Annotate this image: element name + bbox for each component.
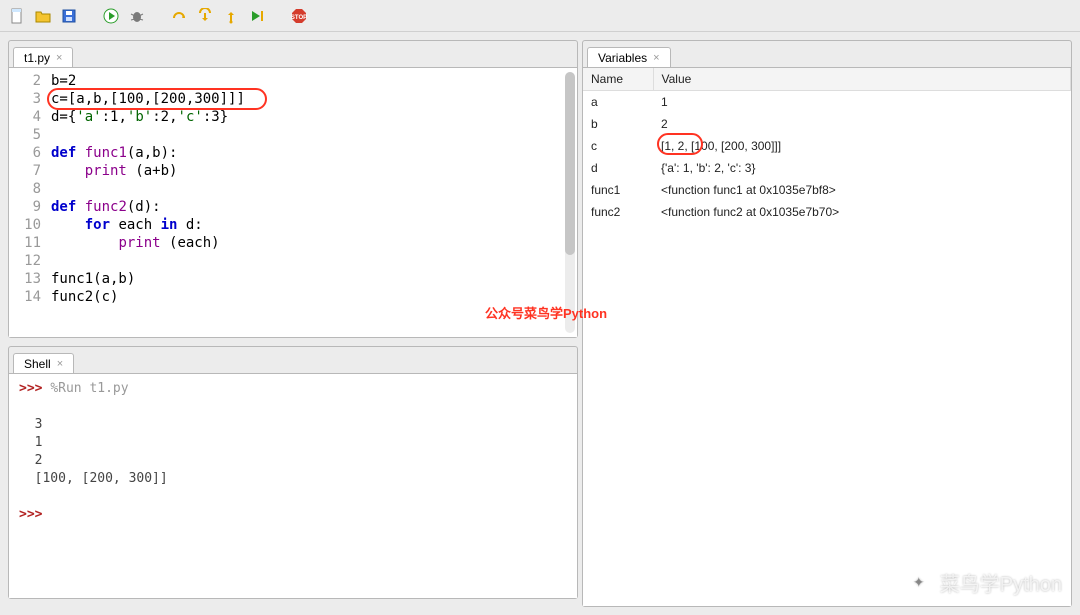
watermark-bottom: ✦ 菜鸟学Python: [906, 568, 1062, 597]
variables-table: Name Value a1 b2 c[1, 2, [100, [200, 300…: [583, 68, 1071, 223]
resume-button[interactable]: [246, 5, 268, 27]
step-over-button[interactable]: [168, 5, 190, 27]
table-row[interactable]: a1: [583, 91, 1071, 114]
table-row[interactable]: func1<function func1 at 0x1035e7bf8>: [583, 179, 1071, 201]
shell-tab-label: Shell: [24, 357, 51, 371]
table-row[interactable]: func2<function func2 at 0x1035e7b70>: [583, 201, 1071, 223]
code-content[interactable]: b=2 c=[a,b,[100,[200,300]]] d={'a':1,'b'…: [51, 72, 577, 306]
editor-tab-label: t1.py: [24, 51, 50, 65]
save-button[interactable]: [58, 5, 80, 27]
wechat-icon: ✦: [906, 570, 932, 596]
editor-body[interactable]: 2 3 4 5 6 7 8 9 10 11 12 13 14: [9, 67, 577, 337]
editor-tabbar: t1.py ×: [9, 41, 577, 67]
variables-body: Name Value a1 b2 c[1, 2, [100, [200, 300…: [583, 67, 1071, 606]
debug-button[interactable]: [126, 5, 148, 27]
stop-button[interactable]: STOP: [288, 5, 310, 27]
close-icon[interactable]: ×: [56, 52, 62, 64]
editor-panel: t1.py × 2 3 4 5 6 7 8 9 10: [8, 40, 578, 338]
close-icon[interactable]: ×: [57, 358, 63, 370]
main-area: t1.py × 2 3 4 5 6 7 8 9 10: [0, 32, 1080, 615]
left-column: t1.py × 2 3 4 5 6 7 8 9 10: [0, 32, 578, 615]
scrollbar[interactable]: [565, 72, 575, 333]
col-header-value[interactable]: Value: [653, 68, 1071, 91]
variables-tab-label: Variables: [598, 51, 647, 65]
close-icon[interactable]: ×: [653, 52, 659, 64]
shell-body[interactable]: >>> %Run t1.py 3 1 2 [100, [200, 300]] >…: [9, 373, 577, 598]
table-row[interactable]: d{'a': 1, 'b': 2, 'c': 3}: [583, 157, 1071, 179]
svg-text:STOP: STOP: [291, 15, 307, 21]
right-column: Variables × Name Value a1 b2 c[1, 2: [578, 32, 1080, 615]
table-row[interactable]: b2: [583, 113, 1071, 135]
shell-tab[interactable]: Shell ×: [13, 353, 74, 374]
table-row[interactable]: c[1, 2, [100, [200, 300]]]: [583, 135, 1071, 157]
variables-tabbar: Variables ×: [583, 41, 1071, 67]
editor-tab[interactable]: t1.py ×: [13, 47, 73, 68]
variables-tab[interactable]: Variables ×: [587, 47, 671, 68]
shell-tabbar: Shell ×: [9, 347, 577, 373]
line-gutter: 2 3 4 5 6 7 8 9 10 11 12 13 14: [9, 72, 51, 306]
run-button[interactable]: [100, 5, 122, 27]
variables-panel: Variables × Name Value a1 b2 c[1, 2: [582, 40, 1072, 607]
open-file-button[interactable]: [32, 5, 54, 27]
step-into-button[interactable]: [194, 5, 216, 27]
toolbar: STOP: [0, 0, 1080, 32]
step-out-button[interactable]: [220, 5, 242, 27]
col-header-name[interactable]: Name: [583, 68, 653, 91]
watermark-center: 公众号菜鸟学Python: [485, 303, 607, 322]
new-file-button[interactable]: [6, 5, 28, 27]
shell-panel: Shell × >>> %Run t1.py 3 1 2 [100, [200,…: [8, 346, 578, 599]
